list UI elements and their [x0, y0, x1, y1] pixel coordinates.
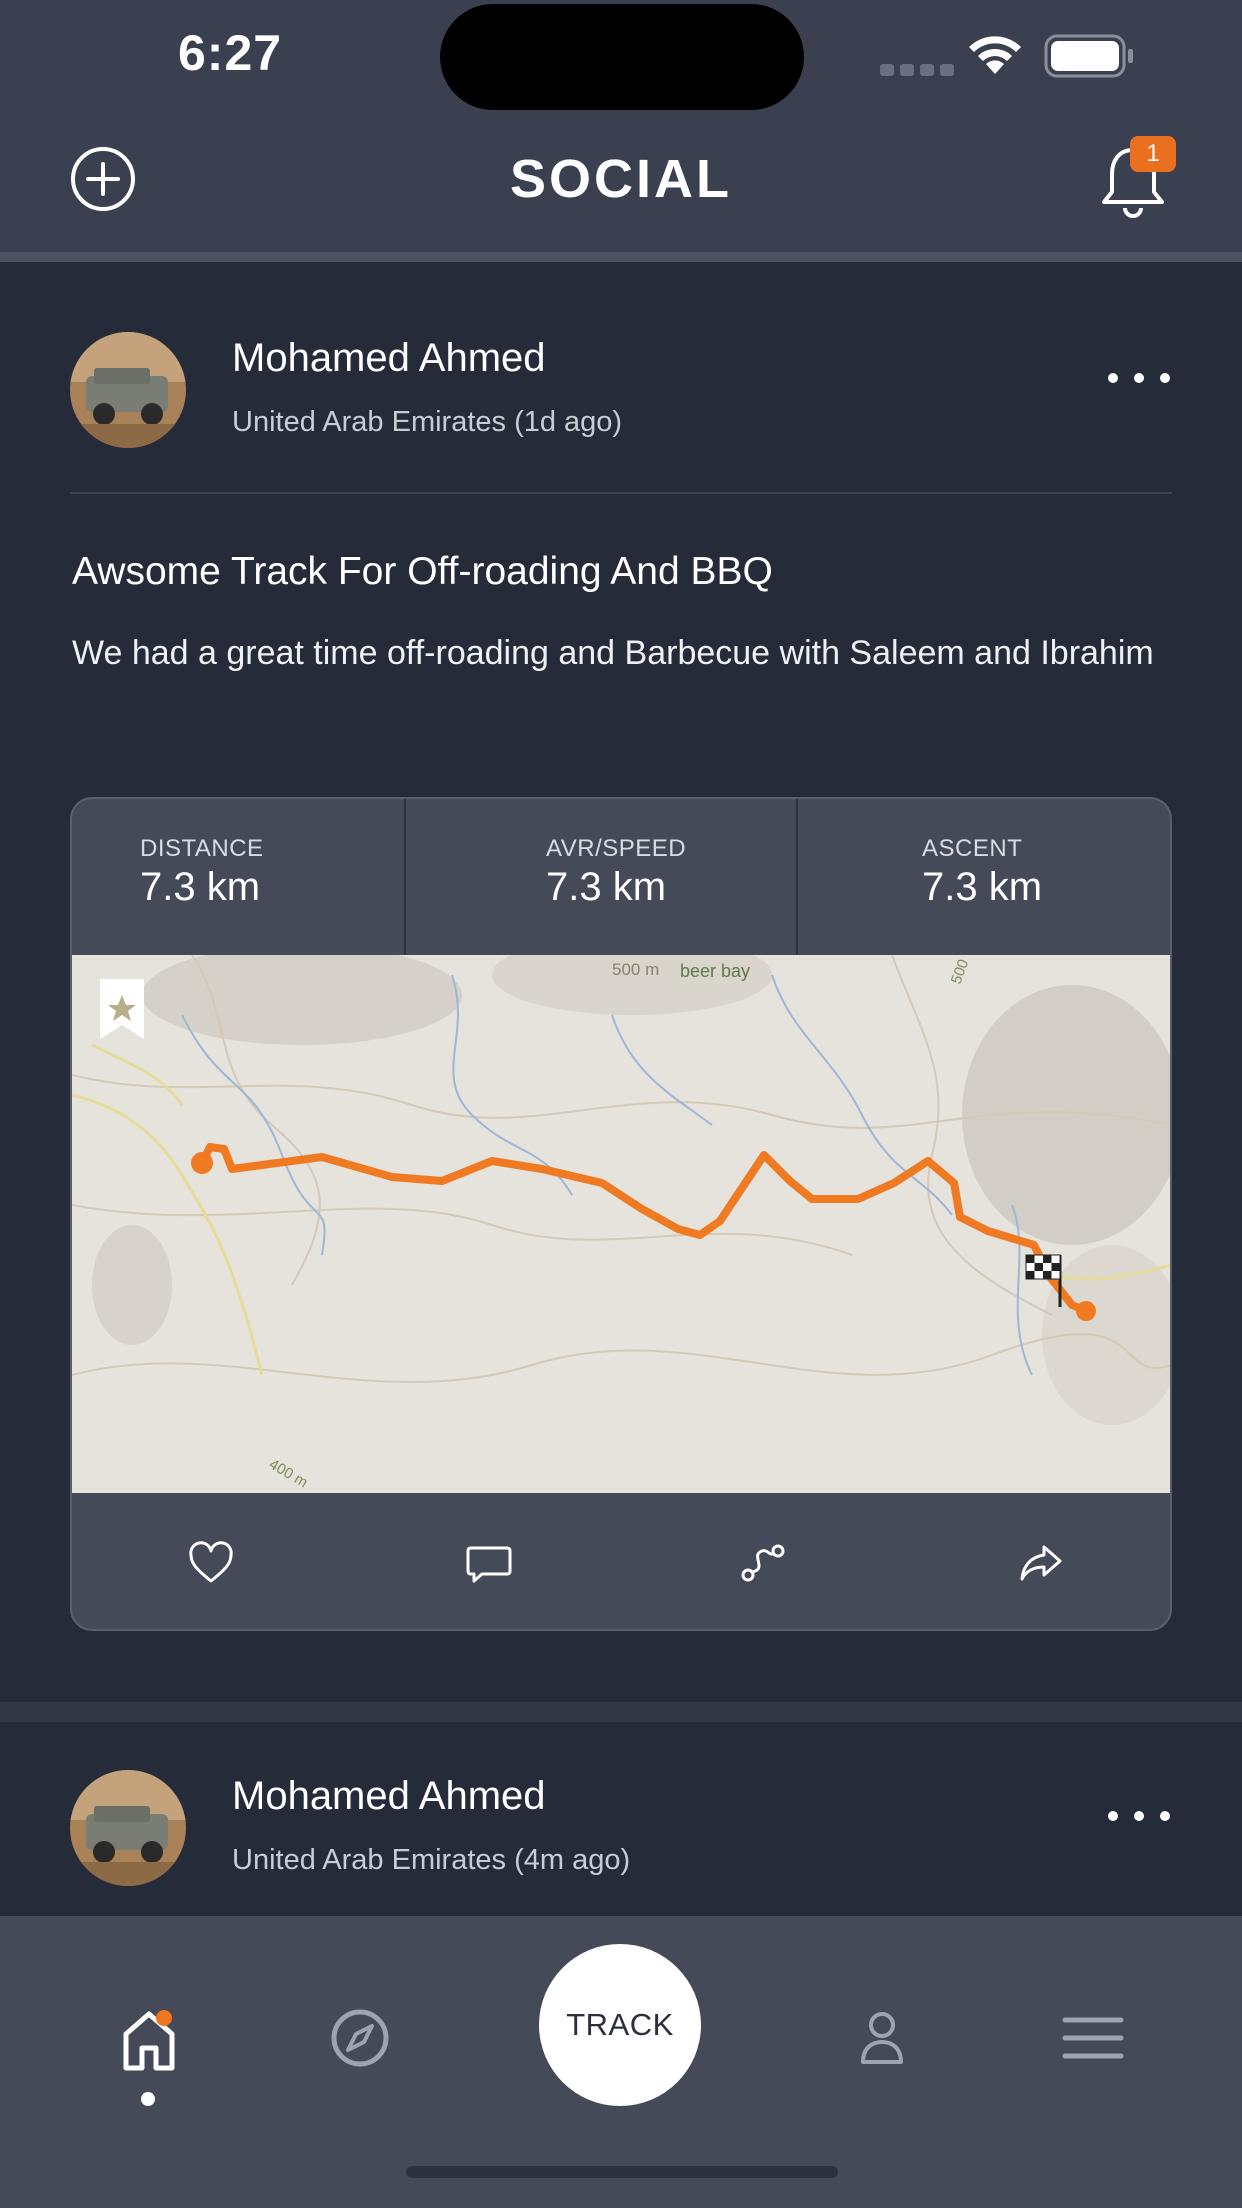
compass-icon[interactable]	[330, 2008, 390, 2068]
map-label: beer bay	[680, 961, 750, 981]
author-name[interactable]: Mohamed Ahmed	[232, 336, 546, 381]
route-start-marker	[191, 1152, 213, 1174]
comment-icon[interactable]	[464, 1539, 514, 1587]
stat-label: DISTANCE	[140, 835, 264, 862]
post-title: Awsome Track For Off-roading And BBQ	[72, 550, 773, 593]
post-body: We had a great time off-roading and Barb…	[72, 634, 1154, 672]
track-stats: DISTANCE 7.3 km AVR/SPEED 7.3 km ASCENT …	[72, 799, 1170, 955]
map-label: 500 m	[612, 960, 659, 979]
post-meta: United Arab Emirates (1d ago)	[232, 406, 623, 438]
active-tab-indicator	[141, 2092, 155, 2106]
menu-icon[interactable]	[1062, 2016, 1124, 2060]
divider	[70, 492, 1172, 494]
stat-value: 7.3 km	[922, 865, 1043, 909]
stat-label: AVR/SPEED	[546, 835, 687, 862]
stat-label: ASCENT	[922, 835, 1023, 862]
stat-value: 7.3 km	[546, 865, 667, 909]
more-options-button[interactable]	[1108, 368, 1170, 388]
author-name[interactable]: Mohamed Ahmed	[232, 1774, 546, 1819]
share-icon[interactable]	[1016, 1539, 1066, 1587]
more-options-button[interactable]	[1108, 1806, 1170, 1826]
feed-separator	[0, 1702, 1242, 1722]
bottom-nav: TRACK	[0, 1916, 1242, 2208]
track-button[interactable]: TRACK	[539, 1944, 701, 2106]
feed-post: Mohamed Ahmed United Arab Emirates (1d a…	[0, 0, 1242, 1702]
post-actions	[72, 1493, 1170, 1629]
feed-post: Mohamed Ahmed United Arab Emirates (4m a…	[0, 1722, 1242, 1916]
home-indicator	[406, 2166, 838, 2178]
post-meta: United Arab Emirates (4m ago)	[232, 1844, 631, 1876]
avatar[interactable]	[70, 332, 186, 448]
avatar[interactable]	[70, 1770, 186, 1886]
route-icon[interactable]	[738, 1539, 788, 1587]
profile-icon[interactable]	[860, 2010, 904, 2066]
stat-distance: DISTANCE 7.3 km	[72, 799, 404, 955]
stat-ascent: ASCENT 7.3 km	[798, 799, 1170, 955]
home-notification-dot	[156, 2010, 172, 2026]
stat-value: 7.3 km	[140, 865, 261, 909]
stat-avg-speed: AVR/SPEED 7.3 km	[406, 799, 796, 955]
track-card[interactable]: DISTANCE 7.3 km AVR/SPEED 7.3 km ASCENT …	[70, 797, 1172, 1631]
heart-icon[interactable]	[186, 1539, 236, 1587]
route-end-marker	[1076, 1301, 1096, 1321]
route-map[interactable]: 500 m beer bay 500 400 m	[72, 955, 1172, 1493]
